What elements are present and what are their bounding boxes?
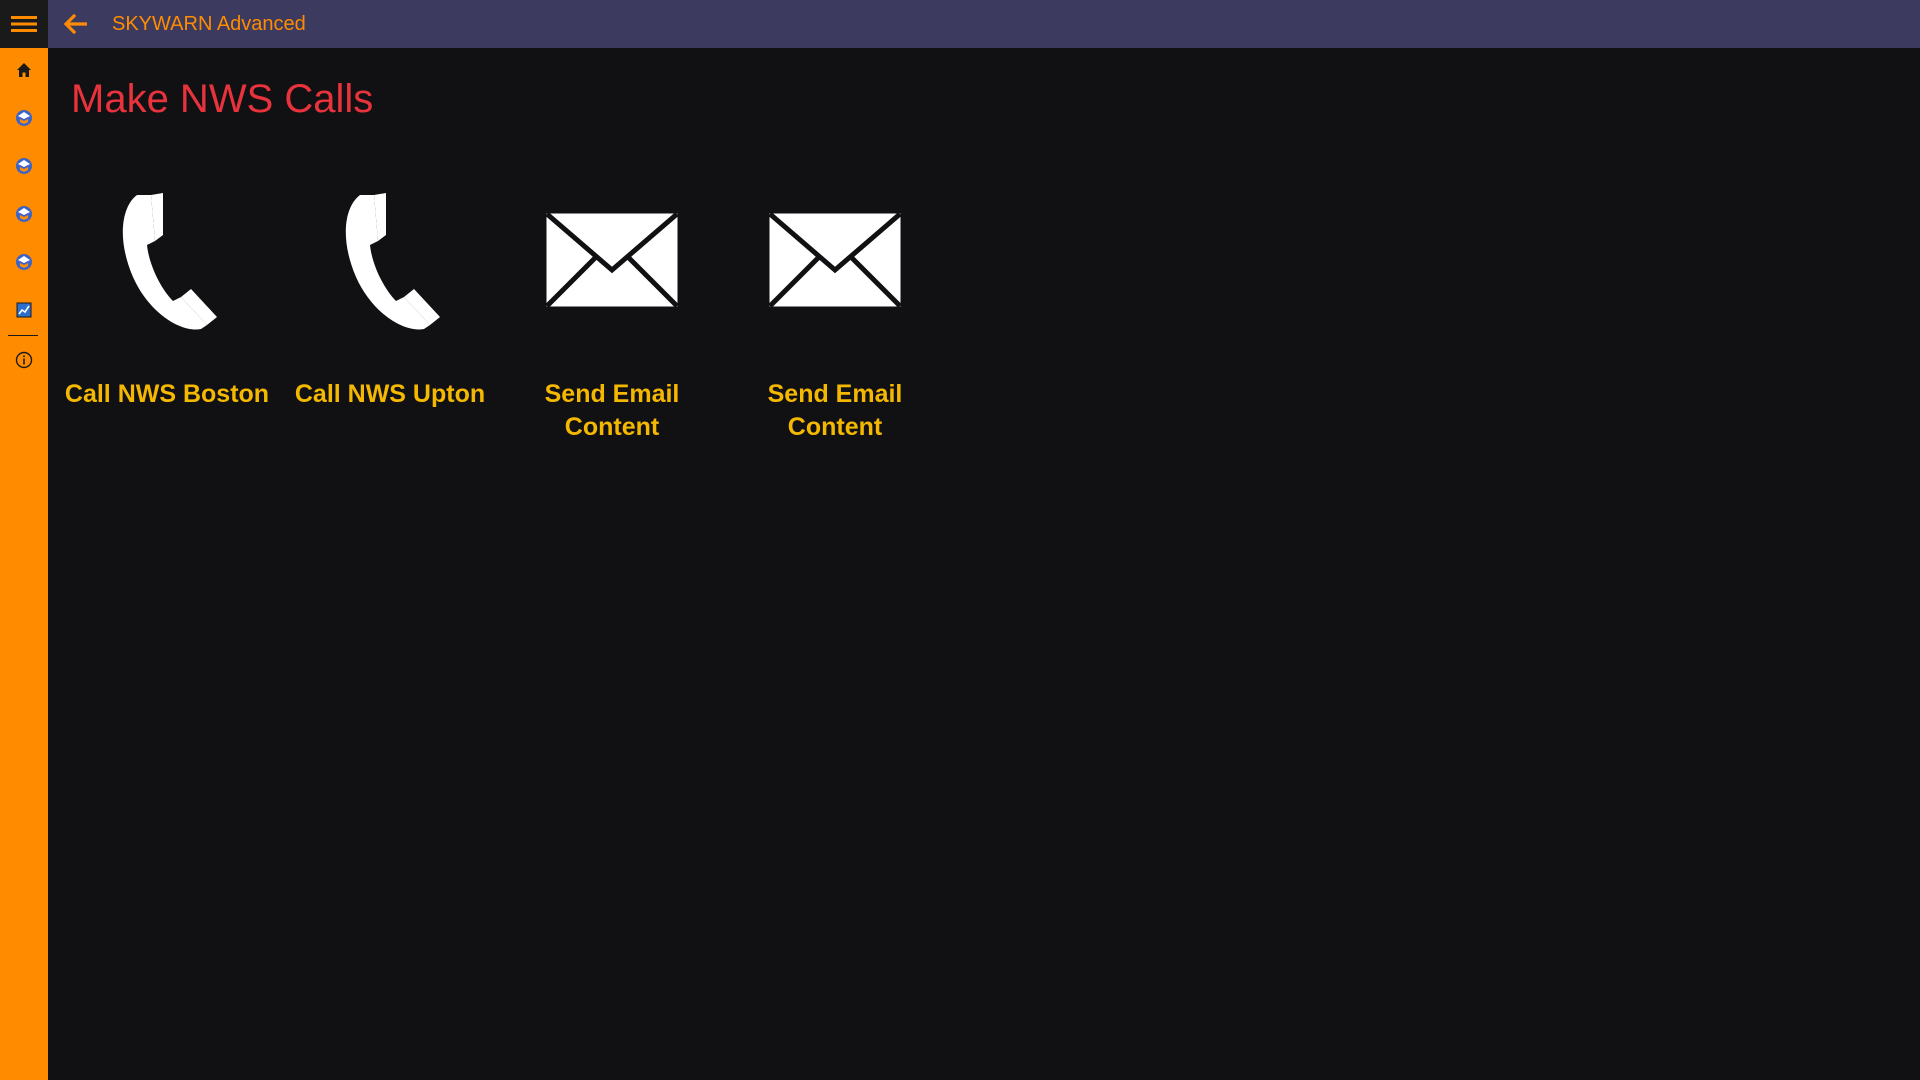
app-title: SKYWARN Advanced xyxy=(112,13,306,35)
phone-icon xyxy=(122,193,217,330)
hamburger-menu-button[interactable] xyxy=(0,0,48,48)
page-title: Make NWS Calls xyxy=(71,77,374,121)
chart-icon xyxy=(16,302,32,318)
nav-skywarn-2-button[interactable] xyxy=(0,146,48,186)
back-arrow-icon xyxy=(64,14,87,34)
nav-skywarn-4-button[interactable] xyxy=(0,242,48,282)
nav-about-button[interactable] xyxy=(0,340,48,380)
nav-skywarn-1-button[interactable] xyxy=(0,98,48,138)
nav-chart-button[interactable] xyxy=(0,290,48,330)
info-icon xyxy=(15,351,33,369)
title-bar: SKYWARN Advanced xyxy=(48,0,1920,48)
nav-divider xyxy=(8,335,38,336)
phone-icon xyxy=(345,193,440,330)
call-nws-boston-tile[interactable]: Call NWS Boston xyxy=(62,175,272,475)
send-email-content-tile-1[interactable]: Send Email Content xyxy=(507,175,717,475)
envelope-icon xyxy=(766,210,904,310)
hamburger-icon xyxy=(11,16,37,32)
home-icon xyxy=(17,63,31,77)
tile-label: Call NWS Boston xyxy=(64,380,270,408)
call-nws-upton-tile[interactable]: Call NWS Upton xyxy=(285,175,495,475)
tile-label: Send Email Content xyxy=(767,380,903,441)
nav-home-button[interactable] xyxy=(0,50,48,90)
send-email-content-tile-2[interactable]: Send Email Content xyxy=(730,175,940,475)
nav-skywarn-3-button[interactable] xyxy=(0,194,48,234)
back-button[interactable] xyxy=(58,6,94,42)
skywarn-logo-icon xyxy=(16,158,32,174)
tile-label: Call NWS Upton xyxy=(294,380,486,408)
envelope-icon xyxy=(543,210,681,310)
skywarn-logo-icon xyxy=(16,206,32,222)
skywarn-logo-icon xyxy=(16,254,32,270)
skywarn-logo-icon xyxy=(16,110,32,126)
tile-label: Send Email Content xyxy=(544,380,680,441)
nav-rail xyxy=(0,0,48,1080)
